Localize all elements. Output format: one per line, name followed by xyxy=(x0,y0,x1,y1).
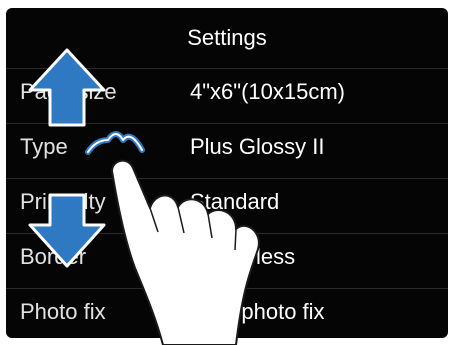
setting-label: Page size xyxy=(20,79,117,104)
setting-label: Type xyxy=(20,134,68,159)
setting-label: Border xyxy=(20,244,87,269)
device-screen-wrapper: Settings Page size 4"x6"(10x15cm) Type P… xyxy=(0,0,450,345)
page-title: Settings xyxy=(187,25,267,50)
setting-row-print-quality[interactable]: Print qlty Standard xyxy=(6,178,448,234)
setting-label: Print qlty xyxy=(20,189,106,214)
setting-row-page-size[interactable]: Page size 4"x6"(10x15cm) xyxy=(6,68,448,124)
setting-label: Photo fix xyxy=(20,299,106,324)
settings-screen: Settings Page size 4"x6"(10x15cm) Type P… xyxy=(6,8,448,338)
setting-value: Borderless xyxy=(190,244,296,269)
setting-value: 4"x6"(10x15cm) xyxy=(190,79,346,104)
setting-value: Auto photo fix xyxy=(190,299,325,324)
setting-value: Plus Glossy II xyxy=(190,134,325,159)
setting-row-type[interactable]: Type Plus Glossy II xyxy=(6,123,448,179)
setting-value: Standard xyxy=(190,189,280,214)
setting-row-photo-fix[interactable]: Photo fix Auto photo fix xyxy=(6,288,448,338)
setting-row-border[interactable]: Border Borderless xyxy=(6,233,448,289)
